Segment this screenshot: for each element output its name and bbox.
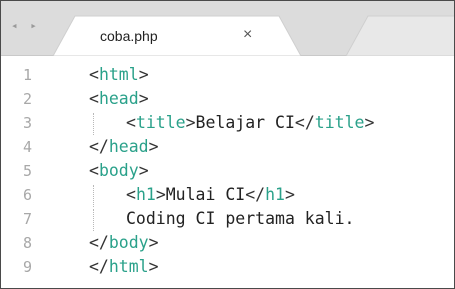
tag-name: html — [98, 65, 139, 84]
end-tag-name: title — [314, 113, 365, 132]
code-line: <h1>Mulai CI</h1> — [126, 183, 295, 207]
line-number: 7 — [23, 210, 33, 228]
tag-name: h1 — [135, 185, 156, 204]
end-tag-bracket-close: > — [364, 113, 375, 132]
tag-bracket-close: > — [138, 65, 149, 84]
text-content: Belajar CI — [195, 113, 295, 132]
tag-bracket-open: < — [89, 161, 99, 180]
line-number-gutter: 1 2 3 4 5 6 7 8 9 — [1, 56, 49, 288]
tab-prev-icon[interactable]: ◂ — [11, 19, 21, 32]
tag-name: body — [98, 161, 139, 180]
end-tag-name: h1 — [265, 185, 285, 204]
tag-bracket-open: < — [126, 113, 136, 132]
tag-bracket-close: > — [148, 137, 159, 156]
tag-bracket-close: > — [155, 185, 166, 204]
tag-bracket-close: > — [138, 161, 149, 180]
tag-bracket-close: > — [185, 113, 196, 132]
tag-bracket-open: </ — [89, 233, 109, 252]
tag-bracket-open: < — [89, 89, 99, 108]
line-number: 3 — [23, 114, 33, 132]
tag-name: html — [108, 257, 149, 276]
end-tag-bracket-close: > — [284, 185, 295, 204]
tag-bracket-close: > — [148, 257, 159, 276]
line-number: 2 — [23, 90, 33, 108]
tab-label: coba.php — [100, 28, 158, 44]
code-editor[interactable]: 123456789 <html> <head> <title>Belajar CI<… — [1, 56, 454, 288]
indent-guide — [93, 209, 94, 231]
tag-name: head — [108, 137, 149, 156]
end-tag-bracket-open: </ — [245, 185, 266, 204]
tag-name: body — [108, 233, 149, 252]
line-number: 4 — [23, 138, 33, 156]
tab-empty-slot — [345, 15, 454, 57]
close-icon[interactable]: × — [243, 26, 252, 44]
line-number: 8 — [23, 234, 33, 252]
tag-bracket-open: </ — [89, 137, 109, 156]
indent-guide — [93, 185, 94, 207]
tab-ghost-shape — [345, 15, 454, 57]
tag-bracket-close: > — [138, 89, 149, 108]
code-line: </html> — [89, 255, 159, 279]
line-number: 5 — [23, 162, 33, 180]
tab-shape — [53, 15, 301, 56]
code-line: Coding CI pertama kali. — [126, 207, 354, 231]
tab-coba-php[interactable]: coba.php × — [53, 15, 301, 56]
tag-bracket-open: </ — [89, 257, 109, 276]
tab-next-icon[interactable]: ▸ — [30, 19, 40, 32]
tag-bracket-open: < — [89, 65, 99, 84]
end-tag-bracket-open: </ — [294, 113, 315, 132]
tab-navigation: ◂ ▸ — [11, 19, 40, 32]
code-line: </body> — [89, 231, 159, 255]
code-line: <body> — [89, 159, 149, 183]
line-number: 6 — [23, 186, 33, 204]
code-line: <head> — [89, 87, 149, 111]
code-line: <title>Belajar CI</title> — [126, 111, 374, 135]
editor-window: ◂ ▸ coba.php × 123456789 <html> <head> <ti… — [0, 0, 455, 289]
line-number: 9 — [23, 258, 33, 276]
code-line: </head> — [89, 135, 159, 159]
tag-bracket-open: < — [126, 185, 136, 204]
line-number: 1 — [23, 66, 33, 84]
text-content: Mulai CI — [165, 185, 246, 204]
code-line: <html> — [89, 63, 149, 87]
tag-name: title — [135, 113, 186, 132]
indent-guide — [93, 113, 94, 135]
tab-bar: ◂ ▸ coba.php × — [1, 1, 454, 57]
tag-name: head — [98, 89, 139, 108]
text-content: Coding CI pertama kali. — [126, 209, 355, 228]
tag-bracket-close: > — [148, 233, 159, 252]
